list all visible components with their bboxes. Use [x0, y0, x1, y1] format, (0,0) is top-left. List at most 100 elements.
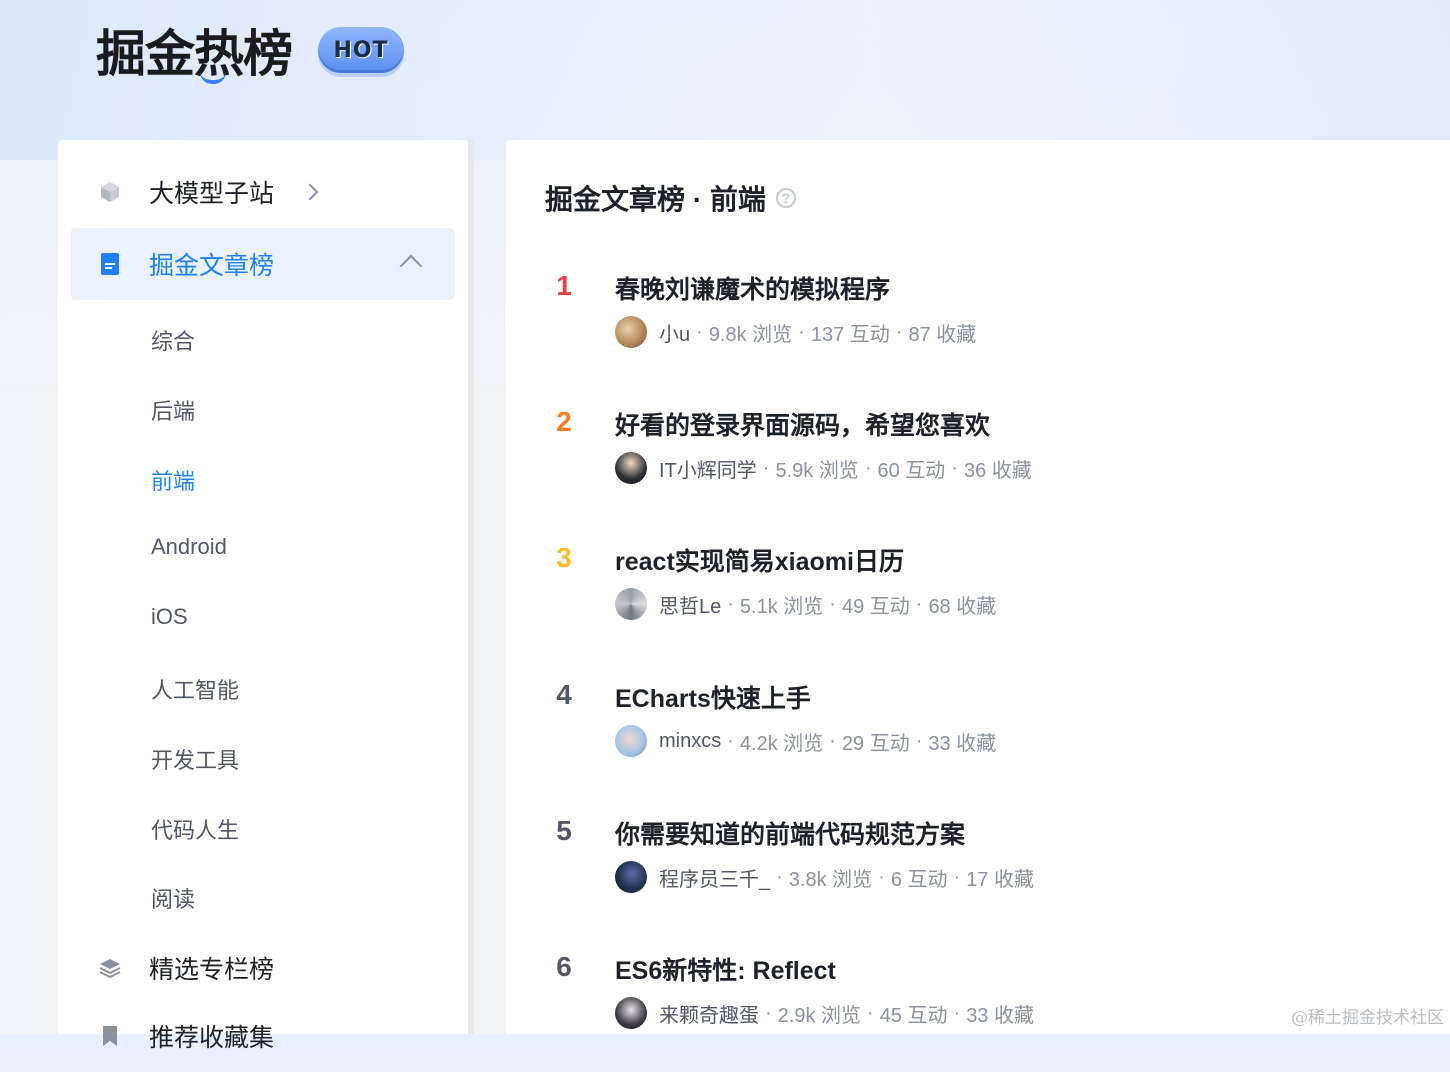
sidebar-item-label: 精选专栏榜 — [149, 956, 275, 984]
document-icon — [97, 251, 123, 277]
sub-item-reading[interactable]: 阅读 — [151, 882, 195, 914]
interaction-count: 6 互动 — [890, 868, 948, 891]
rank-number: 6 — [556, 951, 572, 982]
sidebar-item-collections[interactable]: 推荐收藏集 — [71, 1000, 455, 1072]
view-count: 2.9k 浏览 — [777, 1004, 862, 1027]
sidebar: 大模型子站 掘金文章榜 综合 后端 前端 Android iOS 人工智能 开发… — [58, 140, 468, 1052]
avatar[interactable] — [615, 588, 647, 620]
favorite-count: 33 收藏 — [928, 732, 997, 755]
sub-item-backend[interactable]: 后端 — [151, 394, 195, 426]
sidebar-item-label: 推荐收藏集 — [149, 1024, 275, 1052]
view-count: 9.8k 浏览 — [708, 323, 793, 346]
article-title[interactable]: ECharts快速上手 — [615, 679, 811, 715]
rank-number: 3 — [556, 542, 572, 573]
chevron-right-icon — [301, 183, 319, 201]
separator-dot: · — [953, 865, 961, 888]
favorite-count: 36 收藏 — [963, 459, 1032, 482]
chevron-up-icon — [399, 254, 423, 278]
author-name[interactable]: 来颗奇趣蛋 — [659, 999, 759, 1028]
article-title[interactable]: 你需要知道的前端代码规范方案 — [615, 815, 965, 851]
sub-item-android[interactable]: Android — [151, 534, 227, 560]
avatar[interactable] — [615, 725, 647, 757]
page-title-text: 掘金文章榜 · 前端 — [545, 184, 766, 215]
cube-icon — [97, 179, 123, 205]
article-meta: 小u · 9.8k 浏览 · 137 互动 · 87 收藏 — [615, 316, 976, 348]
sub-item-code-life[interactable]: 代码人生 — [151, 813, 239, 845]
page-title: 掘金文章榜 · 前端 ? — [545, 178, 796, 218]
interaction-count: 137 互动 — [810, 323, 890, 346]
article-title[interactable]: 春晚刘谦魔术的模拟程序 — [615, 270, 890, 306]
separator-dot: · — [915, 729, 923, 752]
separator-dot: · — [867, 1001, 874, 1024]
sidebar-item-column-ranking[interactable]: 精选专栏榜 — [71, 932, 455, 1004]
separator-dot: · — [864, 456, 872, 479]
list-item[interactable]: 2 好看的登录界面源码，希望您喜欢 IT小辉同学 · 5.9k 浏览 · 60 … — [506, 406, 1450, 526]
sub-item-frontend[interactable]: 前端 — [151, 464, 195, 496]
article-meta: IT小辉同学 · 5.9k 浏览 · 60 互动 · 36 收藏 — [615, 452, 1032, 484]
separator-dot: · — [953, 1001, 961, 1024]
list-item[interactable]: 3 react实现简易xiaomi日历 思哲Le · 5.1k 浏览 · 49 … — [506, 542, 1450, 662]
hot-badge: HOT — [318, 27, 404, 73]
rank-number: 4 — [556, 679, 572, 710]
separator-dot: · — [829, 729, 836, 752]
separator-dot: · — [765, 1001, 772, 1024]
watermark: @稀土掘金技术社区 — [1291, 1008, 1444, 1028]
sub-item-comprehensive[interactable]: 综合 — [151, 324, 195, 356]
sidebar-item-llm-site[interactable]: 大模型子站 — [71, 156, 455, 228]
article-title[interactable]: react实现简易xiaomi日历 — [615, 542, 904, 578]
rank-number: 2 — [556, 406, 572, 437]
bookmark-icon — [97, 1023, 123, 1049]
logo-text: 掘金热榜 — [96, 25, 293, 83]
article-title[interactable]: ES6新特性: Reflect — [615, 951, 836, 987]
avatar[interactable] — [615, 861, 647, 893]
article-title[interactable]: 好看的登录界面源码，希望您喜欢 — [615, 406, 990, 442]
view-count: 5.9k 浏览 — [775, 459, 859, 482]
favorite-count: 68 收藏 — [928, 595, 997, 618]
help-icon[interactable]: ? — [775, 188, 796, 208]
list-item[interactable]: 4 ECharts快速上手 minxcs · 4.2k 浏览 · 29 互动 ·… — [506, 679, 1450, 799]
separator-dot: · — [696, 320, 703, 343]
sidebar-scrollbar[interactable] — [468, 140, 474, 1034]
sub-item-ai[interactable]: 人工智能 — [151, 673, 239, 705]
rank-number: 5 — [556, 815, 572, 846]
interaction-count: 60 互动 — [877, 459, 946, 482]
rank-number: 1 — [556, 270, 572, 301]
separator-dot: · — [727, 592, 734, 615]
separator-dot: · — [829, 592, 836, 615]
separator-dot: · — [776, 865, 783, 888]
sub-item-dev-tools[interactable]: 开发工具 — [151, 743, 239, 775]
separator-dot: · — [915, 592, 923, 615]
author-name[interactable]: 小u — [659, 318, 690, 347]
author-name[interactable]: minxcs — [659, 730, 721, 753]
separator-dot: · — [878, 865, 885, 888]
view-count: 5.1k 浏览 — [739, 595, 824, 618]
list-item[interactable]: 1 春晚刘谦魔术的模拟程序 小u · 9.8k 浏览 · 137 互动 · 87… — [506, 270, 1450, 390]
header-logo[interactable]: 掘金热榜 HOT — [96, 20, 404, 84]
author-name[interactable]: IT小辉同学 — [659, 454, 757, 483]
author-name[interactable]: 程序员三千_ — [659, 863, 770, 892]
interaction-count: 29 互动 — [841, 732, 910, 755]
list-item[interactable]: 5 你需要知道的前端代码规范方案 程序员三千_ · 3.8k 浏览 · 6 互动… — [506, 815, 1450, 935]
article-meta: 来颗奇趣蛋 · 2.9k 浏览 · 45 互动 · 33 收藏 — [615, 997, 1034, 1029]
article-meta: minxcs · 4.2k 浏览 · 29 互动 · 33 收藏 — [615, 725, 996, 757]
view-count: 4.2k 浏览 — [739, 732, 824, 755]
separator-dot: · — [727, 729, 734, 752]
avatar[interactable] — [615, 316, 647, 348]
avatar[interactable] — [615, 452, 647, 484]
sidebar-item-article-ranking[interactable]: 掘金文章榜 — [71, 228, 455, 300]
separator-dot: · — [951, 456, 958, 479]
separator-dot: · — [798, 320, 805, 343]
favorite-count: 87 收藏 — [908, 323, 977, 346]
separator-dot: · — [895, 320, 903, 343]
favorite-count: 17 收藏 — [966, 868, 1034, 891]
sub-item-ios[interactable]: iOS — [151, 604, 188, 630]
author-name[interactable]: 思哲Le — [659, 590, 721, 619]
sidebar-item-label: 掘金文章榜 — [149, 252, 275, 280]
article-meta: 程序员三千_ · 3.8k 浏览 · 6 互动 · 17 收藏 — [615, 861, 1034, 893]
view-count: 3.8k 浏览 — [788, 868, 873, 891]
layers-icon — [97, 955, 123, 981]
interaction-count: 49 互动 — [841, 595, 910, 618]
favorite-count: 33 收藏 — [966, 1004, 1034, 1027]
avatar[interactable] — [615, 997, 647, 1029]
main-panel: 掘金文章榜 · 前端 ? 1 春晚刘谦魔术的模拟程序 小u · 9.8k 浏览 … — [506, 140, 1450, 1034]
